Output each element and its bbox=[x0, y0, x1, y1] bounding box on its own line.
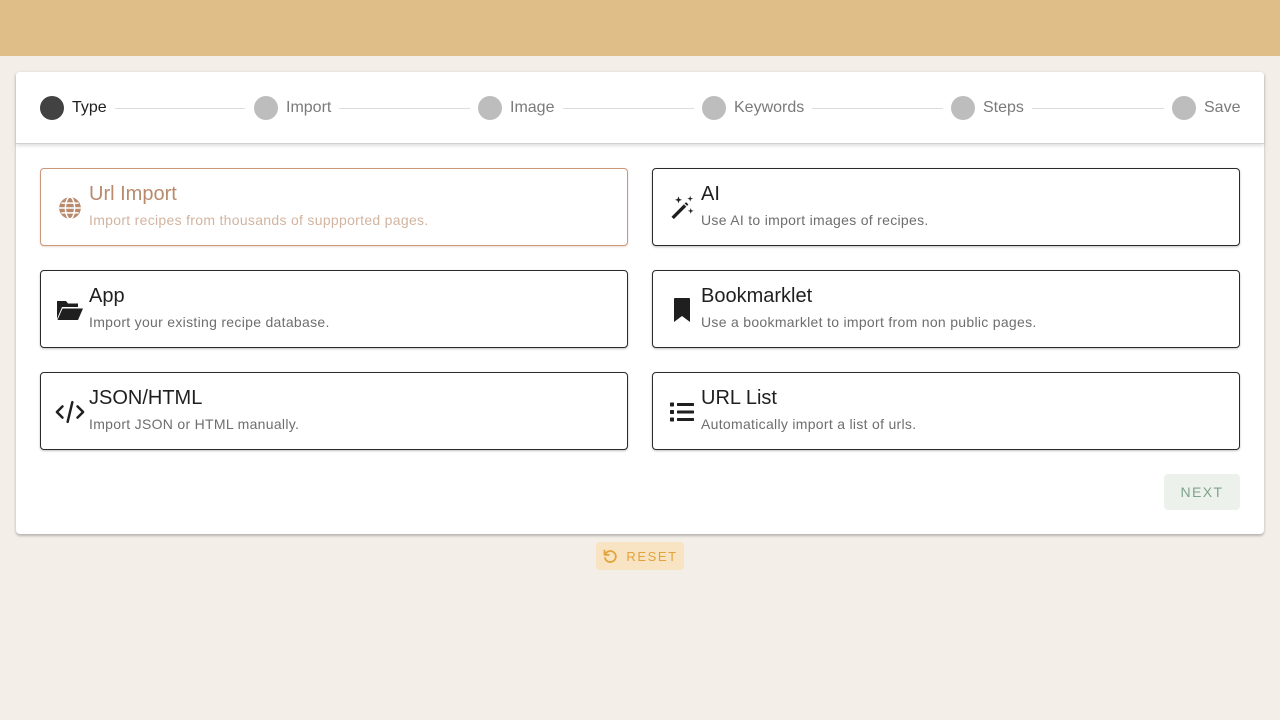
step-connector bbox=[812, 108, 943, 109]
step-connector bbox=[339, 108, 470, 109]
step-label: Steps bbox=[983, 99, 1024, 116]
step-steps[interactable]: Steps bbox=[951, 96, 1024, 120]
step-label: Type bbox=[72, 99, 107, 116]
step-label: Import bbox=[286, 99, 332, 116]
step-indicator bbox=[951, 96, 975, 120]
option-title: Bookmarklet bbox=[701, 285, 813, 307]
step-connector bbox=[115, 108, 245, 109]
option-ai[interactable]: AI Use AI to import images of recipes. bbox=[652, 168, 1240, 246]
option-title: JSON/HTML bbox=[89, 387, 203, 409]
step-indicator bbox=[40, 96, 64, 120]
option-description: Use a bookmarklet to import from non pub… bbox=[701, 314, 1037, 330]
step-image[interactable]: Image bbox=[478, 96, 554, 120]
option-description: Automatically import a list of urls. bbox=[701, 416, 917, 432]
option-title: URL List bbox=[701, 387, 777, 409]
code-icon bbox=[55, 397, 85, 427]
top-app-bar bbox=[0, 0, 1280, 56]
stepper: Type Import Image Keywords Steps Save bbox=[16, 72, 1264, 144]
undo-icon bbox=[602, 548, 618, 564]
list-icon bbox=[667, 397, 697, 427]
option-json-html[interactable]: JSON/HTML Import JSON or HTML manually. bbox=[40, 372, 628, 450]
option-description: Import JSON or HTML manually. bbox=[89, 416, 300, 432]
bookmark-icon bbox=[667, 295, 697, 325]
option-description: Import recipes from thousands of supppor… bbox=[89, 212, 429, 228]
option-url-import[interactable]: Url Import Import recipes from thousands… bbox=[40, 168, 628, 246]
step-type[interactable]: Type bbox=[40, 96, 107, 120]
magic-wand-icon bbox=[667, 193, 697, 223]
option-description: Import your existing recipe database. bbox=[89, 314, 330, 330]
option-description: Use AI to import images of recipes. bbox=[701, 212, 929, 228]
step-label: Keywords bbox=[734, 99, 805, 116]
step-label: Image bbox=[510, 99, 555, 116]
option-app[interactable]: App Import your existing recipe database… bbox=[40, 270, 628, 348]
import-wizard-card: Type Import Image Keywords Steps Save Ur… bbox=[16, 72, 1264, 534]
reset-label: RESET bbox=[626, 548, 678, 564]
option-title: Url Import bbox=[89, 183, 177, 205]
step-indicator bbox=[478, 96, 502, 120]
reset-button[interactable]: RESET bbox=[596, 542, 684, 570]
step-indicator bbox=[702, 96, 726, 120]
option-bookmarklet[interactable]: Bookmarklet Use a bookmarklet to import … bbox=[652, 270, 1240, 348]
step-connector bbox=[1032, 108, 1164, 109]
step-connector bbox=[563, 108, 694, 109]
globe-icon bbox=[55, 193, 85, 223]
next-button[interactable]: NEXT bbox=[1164, 474, 1240, 510]
option-title: AI bbox=[701, 183, 720, 205]
option-url-list[interactable]: URL List Automatically import a list of … bbox=[652, 372, 1240, 450]
step-indicator bbox=[1172, 96, 1196, 120]
step-label: Save bbox=[1204, 99, 1241, 116]
step-save[interactable]: Save bbox=[1172, 96, 1240, 120]
step-keywords[interactable]: Keywords bbox=[702, 96, 804, 120]
folder-open-icon bbox=[55, 295, 85, 325]
step-indicator bbox=[254, 96, 278, 120]
option-title: App bbox=[89, 285, 125, 307]
step-import[interactable]: Import bbox=[254, 96, 331, 120]
